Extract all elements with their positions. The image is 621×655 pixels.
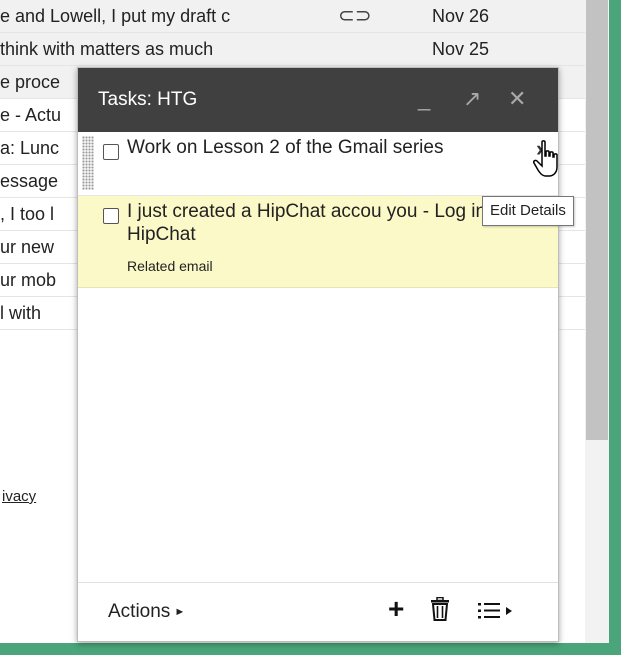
- actions-label: Actions: [108, 601, 171, 622]
- scrollbar-thumb[interactable]: [586, 0, 608, 440]
- tasks-footer: Actions ► +: [78, 582, 558, 641]
- email-subject: l with: [0, 303, 42, 323]
- hand-cursor-icon: [533, 140, 558, 177]
- tasks-titlebar[interactable]: Tasks: HTG _ ↗ ✕: [78, 68, 558, 132]
- minimize-button[interactable]: _: [418, 86, 430, 112]
- list-options-icon[interactable]: [478, 601, 516, 621]
- task-checkbox[interactable]: [103, 144, 119, 160]
- task-item[interactable]: Work on Lesson 2 of the Gmail series ›: [78, 132, 558, 196]
- email-subject: a: Lunc: [0, 138, 60, 158]
- window-frame-bottom: [0, 643, 621, 655]
- email-row[interactable]: think with matters as much Nov 25: [0, 33, 585, 66]
- email-date: Nov 25: [432, 39, 490, 59]
- paperclip-icon: ⊂⊃: [338, 5, 372, 27]
- email-subject: ur mob: [0, 270, 57, 290]
- task-text[interactable]: Work on Lesson 2 of the Gmail series: [127, 136, 522, 159]
- email-subject: ur new: [0, 237, 55, 257]
- edit-details-tooltip: Edit Details: [482, 196, 574, 226]
- privacy-link[interactable]: ivacy: [2, 488, 36, 505]
- tasks-title: Tasks: HTG: [98, 89, 198, 110]
- task-text[interactable]: I just created a HipChat accou you - Log…: [127, 200, 522, 246]
- window-frame-right: [609, 0, 621, 655]
- task-checkbox[interactable]: [103, 208, 119, 224]
- email-subject: , I too l: [0, 204, 55, 224]
- trash-icon[interactable]: [430, 597, 450, 621]
- drag-handle-icon[interactable]: [82, 136, 94, 190]
- related-email-link[interactable]: Related email: [127, 258, 213, 274]
- email-subject: essage: [0, 171, 59, 191]
- close-button[interactable]: ✕: [508, 86, 526, 112]
- actions-menu-button[interactable]: Actions ►: [108, 601, 185, 623]
- triangle-right-icon: ►: [174, 606, 186, 618]
- email-subject: e proce: [0, 72, 61, 92]
- email-subject: think with matters as much: [0, 39, 214, 59]
- email-subject: e - Actu: [0, 105, 62, 125]
- tasks-popup: Tasks: HTG _ ↗ ✕ Work on Lesson 2 of the…: [77, 67, 559, 642]
- email-row[interactable]: e and Lowell, I put my draft c ⊂⊃ Nov 26: [0, 0, 585, 33]
- email-date: Nov 26: [432, 6, 490, 26]
- email-subject: e and Lowell, I put my draft c: [0, 6, 231, 26]
- add-task-icon[interactable]: +: [388, 593, 404, 625]
- popout-button[interactable]: ↗: [463, 86, 481, 112]
